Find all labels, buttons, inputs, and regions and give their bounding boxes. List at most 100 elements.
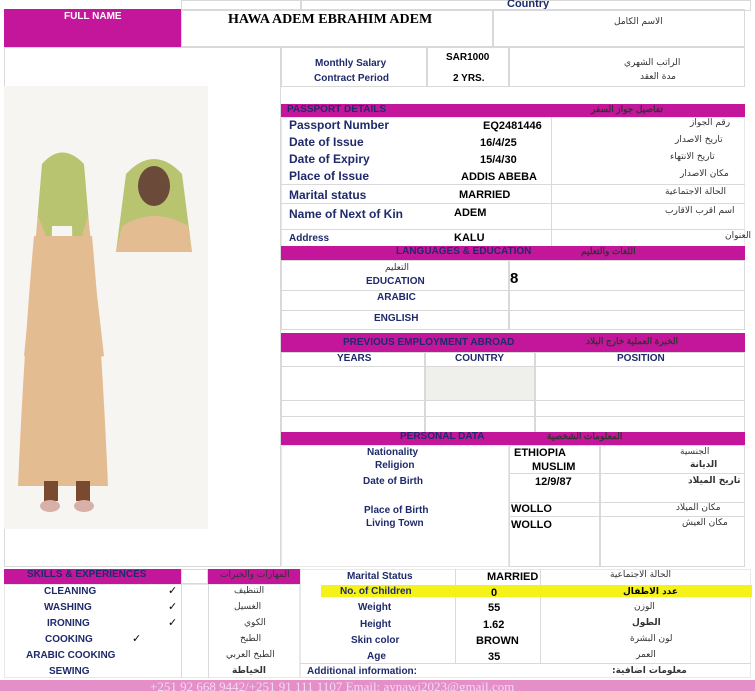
marital-status-value: MARRIED [459, 189, 511, 201]
personal-data-header: PERSONAL DATA المعلومات الشخصية [281, 431, 745, 445]
passport-section-header: PASSPORT DETAILS تفاصيل جواز السفر [281, 104, 745, 117]
education-value: 8 [510, 270, 519, 287]
skills-header-gap [181, 569, 208, 584]
full-name-cell: HAWA ADEM EBRAHIM ADEM [181, 9, 493, 47]
skill-label: SEWING [49, 666, 90, 677]
expiry-date-value: 15/4/30 [480, 154, 517, 166]
salary-value-cell: SAR1000 2 YRS. [427, 47, 509, 87]
religion-label: Religion [375, 460, 415, 471]
skill-ar: الطبخ [240, 634, 262, 644]
skin-color-ar: لون البشرة [630, 634, 673, 644]
weight-ar: الوزن [634, 602, 655, 612]
footer-contact: +251 92 668 9442/+251 91 111 1107 Email:… [150, 680, 515, 691]
check-icon: ✓ [168, 601, 178, 613]
living-town-value: WOLLO [511, 519, 552, 531]
skill-row: ARABIC COOKING الطبخ العربي [4, 650, 300, 665]
skills-header: SKILLS & EXPERIENCES [4, 569, 181, 584]
monthly-salary-label: Monthly Salary [315, 58, 387, 69]
check-icon: ✓ [168, 617, 178, 629]
children-value: 0 [491, 587, 498, 599]
height-label: Height [360, 619, 392, 630]
date-of-birth-ar: تاريخ الميلاد [688, 476, 741, 486]
skill-ar: الكوي [244, 618, 266, 628]
marital-status-label: Marital status [289, 188, 367, 202]
prev-col-years: YEARS [337, 353, 372, 364]
salary-ar-cell: الراتب الشهري مدة العقد [509, 47, 745, 87]
age-value: 35 [488, 651, 501, 663]
issue-date-label: Date of Issue [289, 135, 364, 149]
place-of-issue-value: ADDIS ABEBA [461, 171, 537, 183]
next-of-kin-ar: اسم اقرب الاقارب [665, 206, 735, 216]
address-value: KALU [454, 232, 485, 244]
skill-label: WASHING [44, 602, 92, 613]
skills-title-ar: المهارات والخبرات [220, 570, 290, 580]
nationality-value: ETHIOPIA [514, 447, 566, 459]
place-of-birth-ar: مكان الميلاد [676, 503, 721, 513]
religion-ar: الديانة [690, 460, 718, 470]
salary-label-cell: Monthly Salary Contract Period [281, 47, 427, 87]
place-of-issue-label: Place of Issue [289, 169, 370, 183]
full-name-label-cell: FULL NAME [4, 9, 181, 47]
prev-position-col [535, 352, 745, 434]
education-label: EDUCATION [366, 276, 425, 287]
nationality-label: Nationality [367, 447, 419, 458]
languages-section-header: LANGUAGES & EDUCATION اللغات والتعليم [281, 246, 745, 260]
passport-number-ar: رقم الجواز [690, 118, 731, 128]
contract-period-label: Contract Period [314, 73, 390, 84]
additional-info-ar: معلومات اضافية: [612, 666, 687, 676]
skill-row: WASHING ✓ الغسيل [4, 601, 300, 617]
skills-header-ar-cell: المهارات والخبرات [208, 569, 300, 584]
prev-years-col [281, 352, 425, 434]
skin-color-label: Skin color [351, 635, 400, 646]
issue-date-value: 16/4/25 [480, 137, 517, 149]
skill-label: IRONING [47, 618, 90, 629]
skill-label: ARABIC COOKING [26, 650, 116, 661]
personal-data-title: PERSONAL DATA [400, 431, 485, 442]
prev-country-shaded-cell [426, 367, 534, 400]
previous-employment-title: PREVIOUS EMPLOYMENT ABROAD [343, 337, 515, 348]
place-of-birth-label: Place of Birth [364, 505, 429, 516]
skill-ar: الغسيل [234, 602, 262, 612]
headshot-photo [112, 146, 196, 252]
skills-title: SKILLS & EXPERIENCES [27, 569, 147, 580]
age-label: Age [367, 651, 386, 662]
skill-row: CLEANING ✓ التنظيف [4, 585, 300, 601]
passport-number-value: EQ2481446 [483, 120, 542, 132]
weight-label: Weight [358, 602, 392, 613]
details-marital-value: MARRIED [487, 571, 539, 583]
footer-contact-bar: +251 92 668 9442/+251 91 111 1107 Email:… [0, 680, 755, 691]
skill-ar: التنظيف [234, 586, 265, 596]
place-of-birth-value: WOLLO [511, 503, 552, 515]
monthly-salary-ar: الراتب الشهري [624, 58, 681, 68]
full-name-value: HAWA ADEM EBRAHIM ADEM [228, 12, 433, 27]
passport-section-title: PASSPORT DETAILS [287, 104, 387, 115]
issue-date-ar: تاريخ الاصدار [675, 135, 723, 145]
passport-number-label: Passport Number [289, 118, 390, 132]
children-label: No. of Children [340, 586, 412, 597]
weight-value: 55 [488, 602, 501, 614]
place-of-issue-ar: مكان الاصدار [680, 169, 729, 179]
skill-row: SEWING الخياطة [4, 666, 300, 681]
additional-info-label: Additional information: [307, 666, 417, 677]
living-town-label: Living Town [366, 518, 424, 529]
passport-section-title-ar: تفاصيل جواز السفر [591, 104, 663, 114]
full-name-ar-cell: الاسم الكامل [493, 9, 745, 47]
education-ar: التعليم [385, 263, 409, 273]
next-of-kin-label: Name of Next of Kin [289, 207, 404, 221]
details-marital-label: Marital Status [347, 571, 413, 582]
skin-color-value: BROWN [476, 635, 519, 647]
age-ar: العمر [636, 650, 656, 660]
nationality-ar: الجنسية [680, 447, 710, 457]
skill-row: IRONING ✓ الكوي [4, 617, 300, 633]
check-icon: ✓ [132, 633, 142, 645]
languages-values-cell [509, 260, 745, 330]
prev-col-country: COUNTRY [455, 353, 505, 364]
english-label: ENGLISH [374, 313, 419, 324]
details-marital-ar: الحالة الاجتماعية [610, 570, 671, 580]
monthly-salary-value: SAR1000 [446, 52, 490, 63]
height-ar: الطول [632, 618, 661, 628]
religion-value: MUSLIM [532, 461, 576, 473]
prev-col-position: POSITION [617, 353, 665, 364]
living-town-ar: مكان العيش [682, 518, 728, 528]
previous-employment-header: PREVIOUS EMPLOYMENT ABROAD الخبرة العملي… [281, 333, 745, 352]
